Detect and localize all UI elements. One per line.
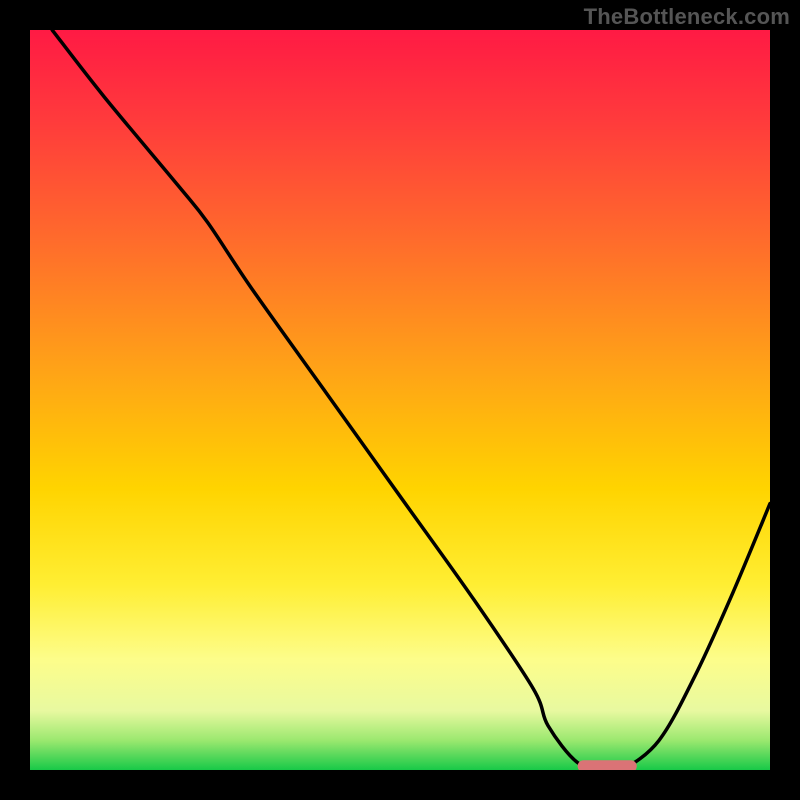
bottleneck-chart xyxy=(30,30,770,770)
watermark-text: TheBottleneck.com xyxy=(584,4,790,30)
plot-area xyxy=(30,30,770,770)
optimal-range-marker xyxy=(578,760,637,770)
chart-frame: TheBottleneck.com xyxy=(0,0,800,800)
